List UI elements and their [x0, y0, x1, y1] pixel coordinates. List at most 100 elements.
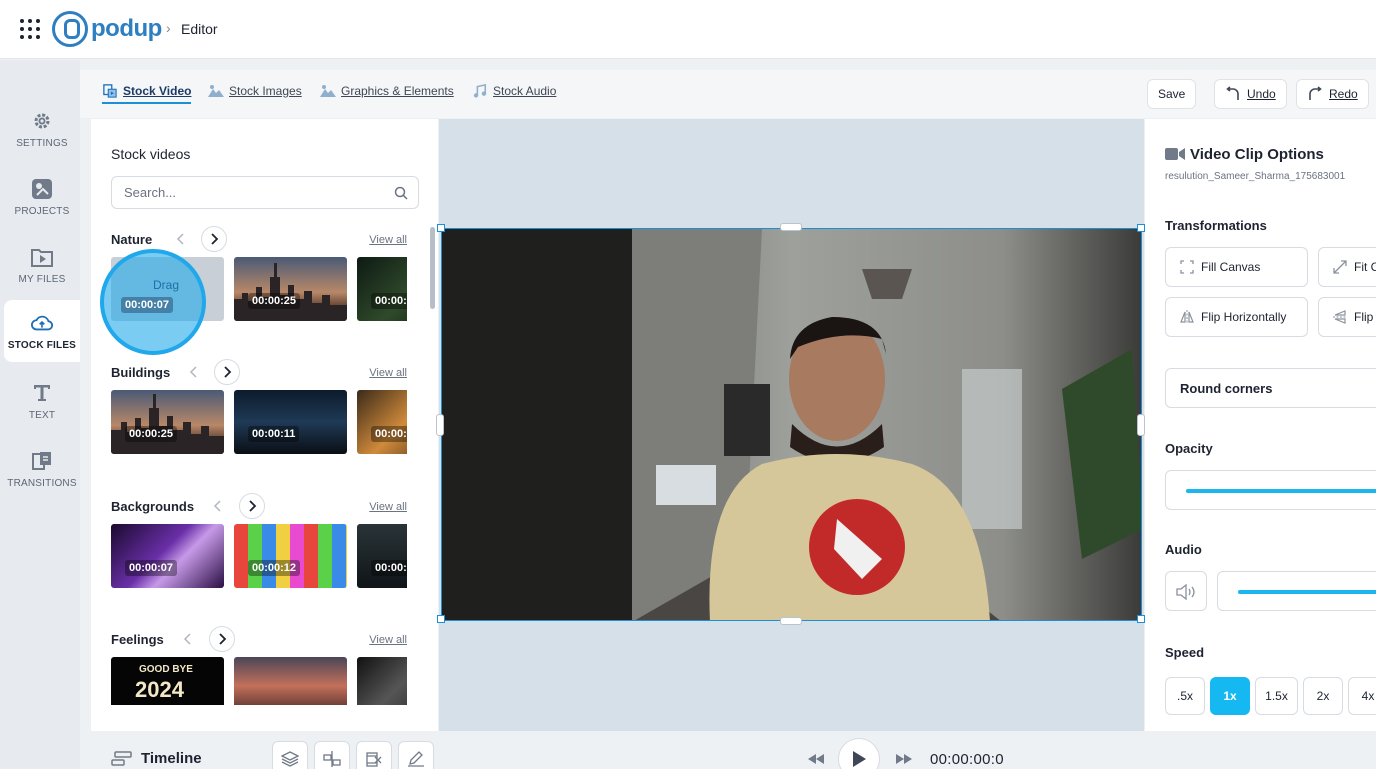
thumbnail-row: 00:00:07 00:00:12 00:00: [111, 524, 407, 588]
nav-settings[interactable]: SETTINGS [4, 98, 80, 160]
resize-handle-top-right[interactable] [1137, 224, 1145, 232]
mute-button[interactable] [1165, 571, 1207, 611]
stock-tabs-bar: Stock Video Stock Images Graphics & Elem… [80, 70, 1376, 118]
flip-horizontal-icon [1180, 310, 1194, 324]
tab-stock-audio[interactable]: Stock Audio [472, 84, 556, 98]
volume-slider[interactable] [1217, 571, 1376, 611]
nav-projects[interactable]: PROJECTS [4, 166, 80, 228]
video-thumbnail[interactable]: GOOD BYE 2024 [111, 657, 224, 705]
speed-option[interactable]: 2x [1303, 677, 1343, 715]
nav-my-files[interactable]: MY FILES [4, 234, 80, 296]
speed-option-active[interactable]: 1x [1210, 677, 1250, 715]
opacity-heading: Opacity [1165, 441, 1213, 456]
video-thumbnail[interactable]: 00:00:11 [234, 390, 347, 454]
timeline-icon [111, 751, 132, 766]
round-corners-toggle[interactable]: Round corners [1165, 368, 1376, 408]
expand-icon [1333, 260, 1347, 274]
tab-stock-video[interactable]: Stock Video [102, 84, 192, 104]
text-icon [31, 382, 53, 404]
tab-stock-images[interactable]: Stock Images [208, 84, 302, 98]
graphics-icon [320, 85, 336, 97]
split-button[interactable] [314, 741, 350, 769]
video-thumbnail[interactable] [357, 657, 407, 705]
resize-handle-bottom[interactable] [780, 617, 802, 625]
speed-option[interactable]: 4x [1348, 677, 1376, 715]
city-skyline-image [234, 263, 347, 321]
next-arrow[interactable] [239, 493, 265, 519]
speed-option[interactable]: 1.5x [1255, 677, 1298, 715]
prev-arrow[interactable] [181, 359, 207, 385]
fast-forward-button[interactable] [886, 741, 922, 769]
nav-stock-files[interactable]: STOCK FILES [4, 300, 80, 362]
breadcrumb-separator: › [166, 20, 171, 36]
video-thumbnail[interactable]: 00:00:07 [111, 524, 224, 588]
nav-transitions[interactable]: TRANSITIONS [4, 438, 80, 500]
video-thumbnail[interactable] [234, 657, 347, 705]
save-label: Save [1158, 87, 1186, 101]
nav-label: PROJECTS [14, 205, 70, 217]
tab-label: Stock Video [123, 84, 192, 98]
layers-icon [281, 751, 299, 767]
video-duration: 00:00:07 [121, 297, 174, 313]
opacity-slider[interactable] [1165, 470, 1376, 510]
next-arrow[interactable] [214, 359, 240, 385]
nav-label: TEXT [28, 409, 56, 421]
video-thumbnail[interactable]: 00:00: [357, 390, 407, 454]
undo-button[interactable]: Undo [1214, 79, 1287, 109]
search-input[interactable] [112, 177, 382, 208]
apps-grid-icon[interactable] [20, 19, 40, 39]
redo-icon [1309, 86, 1322, 100]
edit-clip-button[interactable] [398, 741, 434, 769]
prev-arrow[interactable] [168, 226, 194, 252]
resize-handle-bottom-left[interactable] [437, 615, 445, 623]
view-all-link[interactable]: View all [369, 234, 407, 246]
video-thumbnail[interactable]: 00:00: [357, 524, 407, 588]
video-thumbnail[interactable]: 00:00:12 [234, 524, 347, 588]
resize-handle-top-left[interactable] [437, 224, 445, 232]
resize-handle-top[interactable] [780, 223, 802, 231]
thumbnail-caption: GOOD BYE [139, 664, 193, 675]
resize-handle-left[interactable] [436, 414, 444, 436]
brand-name: podup [91, 15, 162, 42]
video-duration: 00:00: [371, 426, 407, 442]
transitions-icon [31, 450, 53, 472]
audio-heading: Audio [1165, 542, 1202, 557]
prev-arrow[interactable] [205, 493, 231, 519]
video-preview[interactable] [441, 228, 1142, 621]
video-thumbnail[interactable]: 00:00:25 [111, 390, 224, 454]
chevron-right-icon [211, 233, 219, 245]
play-button[interactable] [838, 738, 880, 769]
tab-graphics-elements[interactable]: Graphics & Elements [320, 84, 454, 98]
video-duration: 00:00: [371, 560, 407, 576]
search-icon[interactable] [394, 186, 408, 200]
view-all-link[interactable]: View all [369, 501, 407, 513]
resize-handle-bottom-right[interactable] [1137, 615, 1145, 623]
prev-arrow[interactable] [175, 626, 201, 652]
view-all-link[interactable]: View all [369, 634, 407, 646]
video-thumbnail[interactable]: 00:00: [357, 257, 407, 321]
redo-button[interactable]: Redo [1296, 79, 1369, 109]
video-clip-options-panel: Video Clip Options resulution_Sameer_Sha… [1145, 119, 1376, 731]
speed-option[interactable]: .5x [1165, 677, 1205, 715]
music-icon [473, 84, 487, 98]
nav-text[interactable]: TEXT [4, 370, 80, 432]
video-duration: 00:00: [371, 293, 407, 309]
view-all-link[interactable]: View all [369, 367, 407, 379]
delete-clip-button[interactable] [356, 741, 392, 769]
fit-canvas-button[interactable]: Fit C [1318, 247, 1376, 287]
podup-logo[interactable]: podup [52, 11, 162, 47]
speed-heading: Speed [1165, 645, 1205, 660]
layers-button[interactable] [272, 741, 308, 769]
next-arrow[interactable] [209, 626, 235, 652]
panel-scrollbar[interactable] [430, 227, 435, 309]
fill-canvas-button[interactable]: Fill Canvas [1165, 247, 1308, 287]
podup-mic-logo-icon [52, 11, 88, 47]
rewind-button[interactable] [798, 741, 834, 769]
flip-vertically-button[interactable]: Flip [1318, 297, 1376, 337]
resize-handle-right[interactable] [1137, 414, 1145, 436]
video-thumbnail[interactable]: 00:00:25 [234, 257, 347, 321]
save-button[interactable]: Save [1147, 79, 1197, 109]
flip-horizontally-button[interactable]: Flip Horizontally [1165, 297, 1308, 337]
section-title: Backgrounds [111, 499, 195, 514]
next-arrow[interactable] [201, 226, 227, 252]
